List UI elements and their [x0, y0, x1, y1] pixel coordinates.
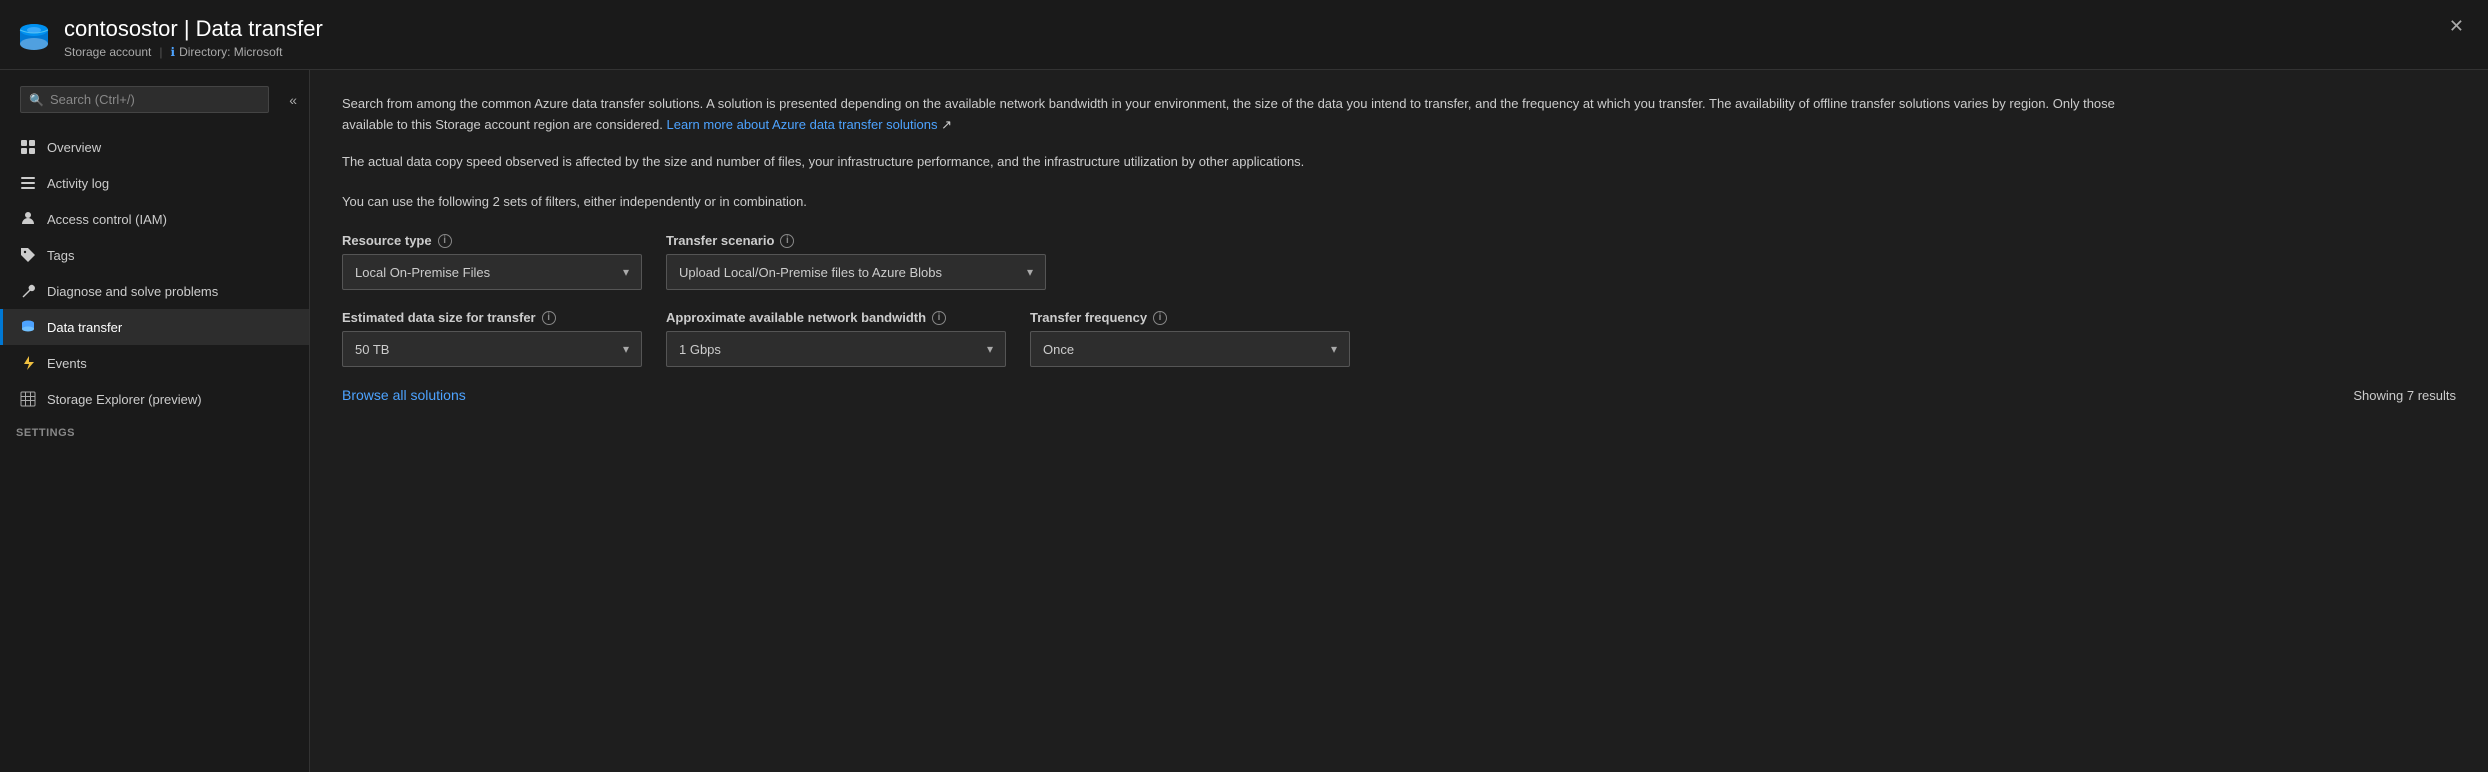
collapse-button[interactable]: «: [285, 90, 301, 110]
access-control-label: Access control (IAM): [47, 212, 167, 227]
filter-note: You can use the following 2 sets of filt…: [342, 192, 1442, 213]
estimated-data-group: Estimated data size for transfer i 50 TB…: [342, 310, 642, 367]
grid-icon: [19, 138, 37, 156]
bucket-icon: [19, 318, 37, 336]
network-bandwidth-dropdown[interactable]: 1 Gbps ▾: [666, 331, 1006, 367]
transfer-scenario-group: Transfer scenario i Upload Local/On-Prem…: [666, 233, 1046, 290]
browse-all-solutions-link[interactable]: Browse all solutions: [342, 387, 466, 403]
table-icon: [19, 390, 37, 408]
network-bandwidth-info-icon[interactable]: i: [932, 311, 946, 325]
estimated-data-info-icon[interactable]: i: [542, 311, 556, 325]
app-icon: [16, 20, 52, 56]
transfer-frequency-info-icon[interactable]: i: [1153, 311, 1167, 325]
sidebar-item-events[interactable]: Events: [0, 345, 309, 381]
storage-account-label: Storage account: [64, 45, 151, 59]
resource-type-label: Resource type i: [342, 233, 642, 248]
tags-label: Tags: [47, 248, 74, 263]
close-button[interactable]: ✕: [2441, 12, 2472, 41]
sidebar-item-overview[interactable]: Overview: [0, 129, 309, 165]
content-description-2: The actual data copy speed observed is a…: [342, 152, 1442, 173]
diagnose-label: Diagnose and solve problems: [47, 284, 218, 299]
subtitle: Storage account | ℹ Directory: Microsoft: [64, 45, 323, 59]
info-icon: ℹ: [171, 45, 176, 59]
transfer-scenario-info-icon[interactable]: i: [780, 234, 794, 248]
network-bandwidth-value: 1 Gbps: [679, 342, 721, 357]
transfer-frequency-label: Transfer frequency i: [1030, 310, 1350, 325]
transfer-frequency-dropdown[interactable]: Once ▾: [1030, 331, 1350, 367]
resource-type-chevron-icon: ▾: [623, 265, 629, 279]
network-bandwidth-chevron-icon: ▾: [987, 342, 993, 356]
title-bar: contosostor | Data transfer Storage acco…: [0, 0, 2488, 70]
transfer-scenario-dropdown[interactable]: Upload Local/On-Premise files to Azure B…: [666, 254, 1046, 290]
storage-explorer-label: Storage Explorer (preview): [47, 392, 202, 407]
bottom-bar: Browse all solutions Showing 7 results: [342, 387, 2456, 403]
estimated-data-dropdown[interactable]: 50 TB ▾: [342, 331, 642, 367]
overview-label: Overview: [47, 140, 101, 155]
transfer-scenario-label: Transfer scenario i: [666, 233, 1046, 248]
learn-more-link[interactable]: Learn more about Azure data transfer sol…: [667, 117, 938, 132]
sidebar-item-storage-explorer[interactable]: Storage Explorer (preview): [0, 381, 309, 417]
tag-icon: [19, 246, 37, 264]
sidebar-item-tags[interactable]: Tags: [0, 237, 309, 273]
bolt-icon: [19, 354, 37, 372]
events-label: Events: [47, 356, 87, 371]
filter-row-1: Resource type i Local On-Premise Files ▾…: [342, 233, 2456, 290]
search-container[interactable]: 🔍: [20, 86, 269, 113]
activity-log-label: Activity log: [47, 176, 109, 191]
list-icon: [19, 174, 37, 192]
estimated-data-label: Estimated data size for transfer i: [342, 310, 642, 325]
settings-header: Settings: [0, 417, 309, 443]
transfer-frequency-value: Once: [1043, 342, 1074, 357]
content-description-1: Search from among the common Azure data …: [342, 94, 2142, 136]
title-text: contosostor | Data transfer Storage acco…: [64, 16, 323, 58]
filter-row-2: Estimated data size for transfer i 50 TB…: [342, 310, 2456, 367]
resource-type-value: Local On-Premise Files: [355, 265, 490, 280]
transfer-scenario-chevron-icon: ▾: [1027, 265, 1033, 279]
resource-type-dropdown[interactable]: Local On-Premise Files ▾: [342, 254, 642, 290]
data-transfer-label: Data transfer: [47, 320, 122, 335]
sidebar-item-diagnose[interactable]: Diagnose and solve problems: [0, 273, 309, 309]
sidebar-item-data-transfer[interactable]: Data transfer: [0, 309, 309, 345]
wrench-icon: [19, 282, 37, 300]
page-title: contosostor | Data transfer: [64, 16, 323, 42]
sidebar-item-access-control[interactable]: Access control (IAM): [0, 201, 309, 237]
main-layout: 🔍 « Overview: [0, 70, 2488, 772]
resource-type-group: Resource type i Local On-Premise Files ▾: [342, 233, 642, 290]
transfer-frequency-group: Transfer frequency i Once ▾: [1030, 310, 1350, 367]
network-bandwidth-label: Approximate available network bandwidth …: [666, 310, 1006, 325]
person-icon: [19, 210, 37, 228]
content-area: Search from among the common Azure data …: [310, 70, 2488, 772]
estimated-data-chevron-icon: ▾: [623, 342, 629, 356]
results-count: Showing 7 results: [2353, 388, 2456, 403]
sidebar: 🔍 « Overview: [0, 70, 310, 772]
estimated-data-value: 50 TB: [355, 342, 389, 357]
resource-type-info-icon[interactable]: i: [438, 234, 452, 248]
transfer-scenario-value: Upload Local/On-Premise files to Azure B…: [679, 265, 942, 280]
network-bandwidth-group: Approximate available network bandwidth …: [666, 310, 1006, 367]
directory-label: Directory: Microsoft: [179, 45, 282, 59]
search-input[interactable]: [50, 92, 260, 107]
sidebar-item-activity-log[interactable]: Activity log: [0, 165, 309, 201]
search-icon: 🔍: [29, 93, 44, 107]
transfer-frequency-chevron-icon: ▾: [1331, 342, 1337, 356]
